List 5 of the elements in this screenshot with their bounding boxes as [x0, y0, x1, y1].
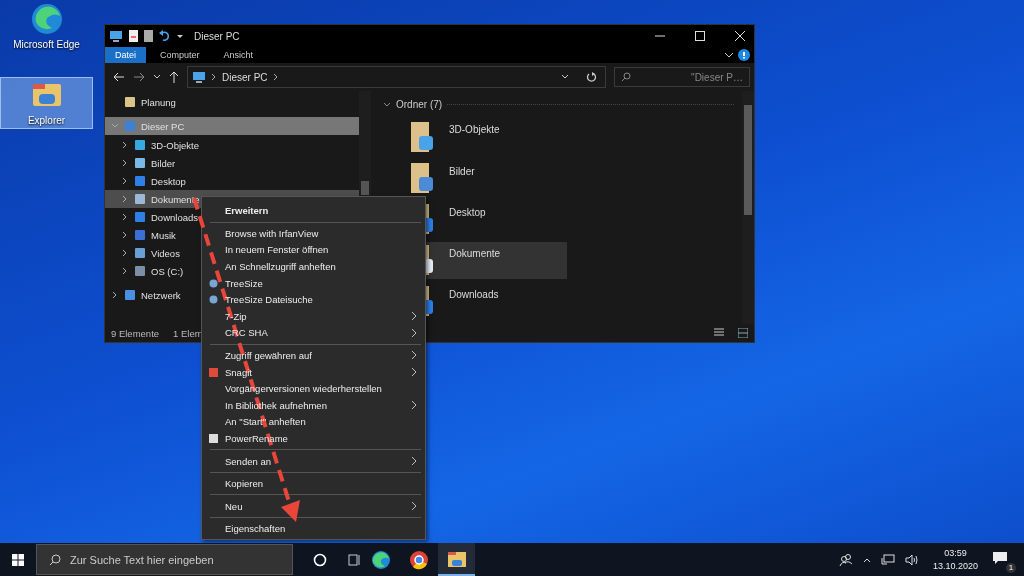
shortcut-label: Explorer	[27, 115, 66, 126]
window-title: Dieser PC	[194, 30, 240, 42]
status-text: 9 Elemente	[111, 327, 160, 339]
shortcut-label: Microsoft Edge	[13, 39, 80, 50]
notification-badge: 1	[1006, 562, 1016, 573]
